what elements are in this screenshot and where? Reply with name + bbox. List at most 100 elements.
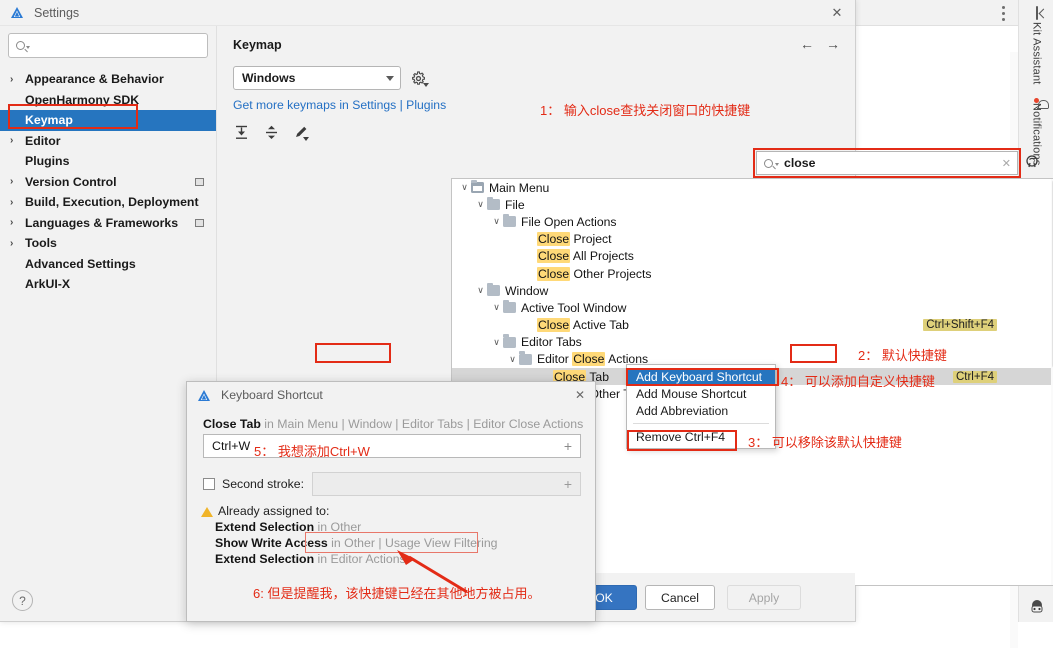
assigned-action: Show Write Access xyxy=(215,536,328,550)
tree-row[interactable]: ∨ Main Menu xyxy=(452,179,1053,196)
tree-row-label: Close All Projects xyxy=(537,249,634,264)
avatar-icon[interactable] xyxy=(1029,600,1045,614)
sidebar-item-openharmony-sdk[interactable]: OpenHarmony SDK xyxy=(0,90,216,111)
search-icon xyxy=(16,41,25,50)
sidebar-item-version-control[interactable]: › Version Control xyxy=(0,172,216,193)
menu-folder-icon xyxy=(471,179,484,194)
chevron-right-icon: › xyxy=(10,73,14,85)
tree-row[interactable]: Close Other Projects xyxy=(452,265,1053,282)
tree-row-label: Close Active Tab xyxy=(537,318,629,333)
tree-row[interactable]: ∨ Window xyxy=(452,282,1053,299)
action-name: Close Tab xyxy=(203,417,261,431)
find-by-shortcut-icon[interactable] xyxy=(1024,154,1042,172)
tree-row[interactable]: Close Active Tab Ctrl+Shift+F4 xyxy=(452,317,1053,334)
chevron-down-icon[interactable]: ∨ xyxy=(474,285,487,296)
folder-icon xyxy=(487,196,500,211)
deveco-logo-icon xyxy=(197,389,211,402)
gear-icon[interactable] xyxy=(411,71,429,87)
tree-row-label: Main Menu xyxy=(489,180,550,195)
keymap-header: Keymap ← → xyxy=(218,26,855,60)
sidebar-item-arkui-x[interactable]: ArkUI-X xyxy=(0,274,216,295)
sidebar-item-label: Plugins xyxy=(25,154,70,169)
chevron-right-icon: › xyxy=(10,196,14,208)
add-stroke-icon[interactable]: + xyxy=(564,438,572,454)
annotation-text-5: 5： 我想添加Ctrl+W xyxy=(254,444,370,459)
chevron-down-icon[interactable]: ∨ xyxy=(490,337,503,348)
folder-icon xyxy=(519,351,532,365)
chevron-down-icon[interactable]: ∨ xyxy=(458,182,471,193)
assigned-header: Already assigned to: xyxy=(201,504,498,518)
sidebar-item-keymap[interactable]: Keymap xyxy=(0,110,216,131)
cancel-button[interactable]: Cancel xyxy=(645,585,715,610)
shortcut-badge: Ctrl+Shift+F4 xyxy=(923,319,997,332)
apply-button[interactable]: Apply xyxy=(727,585,801,610)
settings-search-input[interactable] xyxy=(8,33,208,58)
folder-icon xyxy=(503,213,516,228)
help-button[interactable]: ? xyxy=(12,590,33,611)
sidebar-item-tools[interactable]: › Tools xyxy=(0,233,216,254)
add-stroke-icon[interactable]: + xyxy=(564,476,572,492)
menu-item-add-keyboard-shortcut[interactable]: Add Keyboard Shortcut xyxy=(627,368,775,385)
tree-row[interactable]: Close Project xyxy=(452,231,1053,248)
pencil-icon[interactable] xyxy=(293,124,310,141)
sidebar-item-appearance-behavior[interactable]: › Appearance & Behavior xyxy=(0,69,216,90)
assigned-where: in Other xyxy=(314,520,362,534)
tree-row[interactable]: Close All Projects xyxy=(452,248,1053,265)
close-icon[interactable]: ✕ xyxy=(819,0,855,26)
sidebar-item-label: Editor xyxy=(25,133,61,148)
more-vertical-icon[interactable] xyxy=(1002,6,1006,21)
page-nav-arrows: ← → xyxy=(800,36,840,52)
sidebar-item-label: Appearance & Behavior xyxy=(25,72,164,87)
sidebar-item-label: Version Control xyxy=(25,174,117,189)
chevron-down-icon[interactable]: ∨ xyxy=(506,354,519,365)
arrow-right-icon[interactable]: → xyxy=(826,36,840,52)
menu-item-add-mouse-shortcut[interactable]: Add Mouse Shortcut xyxy=(627,385,775,402)
chevron-down-icon[interactable]: ∨ xyxy=(474,199,487,210)
close-icon[interactable]: ✕ xyxy=(575,388,585,402)
settings-nav-list: › Appearance & Behavior OpenHarmony SDK … xyxy=(0,69,216,295)
sidebar-item-label: Keymap xyxy=(25,113,73,128)
chevron-down-icon[interactable]: ∨ xyxy=(490,216,503,227)
settings-titlebar: Settings ✕ xyxy=(0,0,855,26)
sidebar-item-build-execution-deployment[interactable]: › Build, Execution, Deployment xyxy=(0,192,216,213)
clear-x-icon[interactable]: ✕ xyxy=(1002,157,1011,170)
assigned-action: Extend Selection xyxy=(215,520,315,534)
sidebar-item-advanced-settings[interactable]: Advanced Settings xyxy=(0,254,216,275)
keymap-search-wrapper: close ✕ xyxy=(753,148,1021,178)
menu-separator xyxy=(633,423,769,424)
second-stroke-input[interactable]: + xyxy=(312,472,581,496)
menu-item-add-abbreviation[interactable]: Add Abbreviation xyxy=(627,402,775,419)
ide-topbar xyxy=(848,0,1018,26)
tree-row[interactable]: ∨ Active Tool Window xyxy=(452,299,1053,316)
tree-row-label: Window xyxy=(505,283,549,298)
search-dropdown-icon xyxy=(775,163,779,166)
keymap-search-input[interactable]: close ✕ xyxy=(756,151,1018,175)
sidebar-item-plugins[interactable]: Plugins xyxy=(0,151,216,172)
page-title: Keymap xyxy=(233,38,282,52)
search-icon xyxy=(764,158,773,168)
keymap-search-value: close xyxy=(784,156,816,170)
sidebar-item-label: OpenHarmony SDK xyxy=(25,92,140,107)
tree-row[interactable]: ∨ File Open Actions xyxy=(452,213,1053,230)
assigned-title: Already assigned to: xyxy=(218,504,330,518)
collapse-all-icon[interactable] xyxy=(263,124,280,141)
expand-all-icon[interactable] xyxy=(233,124,250,141)
sidebar-item-label: ArkUI-X xyxy=(25,277,71,292)
tree-row[interactable]: ∨ Editor Tabs xyxy=(452,334,1053,351)
tree-row-label: Close Other Projects xyxy=(537,266,652,281)
arrow-left-icon[interactable]: ← xyxy=(800,36,814,52)
sidebar-item-label: Build, Execution, Deployment xyxy=(25,195,199,210)
get-more-keymaps-link[interactable]: Get more keymaps in Settings | Plugins xyxy=(233,98,446,112)
folder-icon xyxy=(487,282,500,297)
keymap-scheme-select[interactable]: Windows xyxy=(233,66,401,90)
tool-window-label: Kit Assistant xyxy=(1030,22,1043,85)
tree-row[interactable]: ∨ File xyxy=(452,196,1053,213)
sidebar-item-editor[interactable]: › Editor xyxy=(0,131,216,152)
second-stroke-checkbox[interactable] xyxy=(203,478,215,490)
tool-window-kit-assistant[interactable]: Kit Assistant xyxy=(1019,6,1053,85)
sidebar-item-label: Advanced Settings xyxy=(25,256,136,271)
sidebar-item-languages-frameworks[interactable]: › Languages & Frameworks xyxy=(0,213,216,234)
chevron-down-icon[interactable]: ∨ xyxy=(490,302,503,313)
keymap-scheme-value: Windows xyxy=(242,71,296,85)
sidebar-item-label: Tools xyxy=(25,236,57,251)
